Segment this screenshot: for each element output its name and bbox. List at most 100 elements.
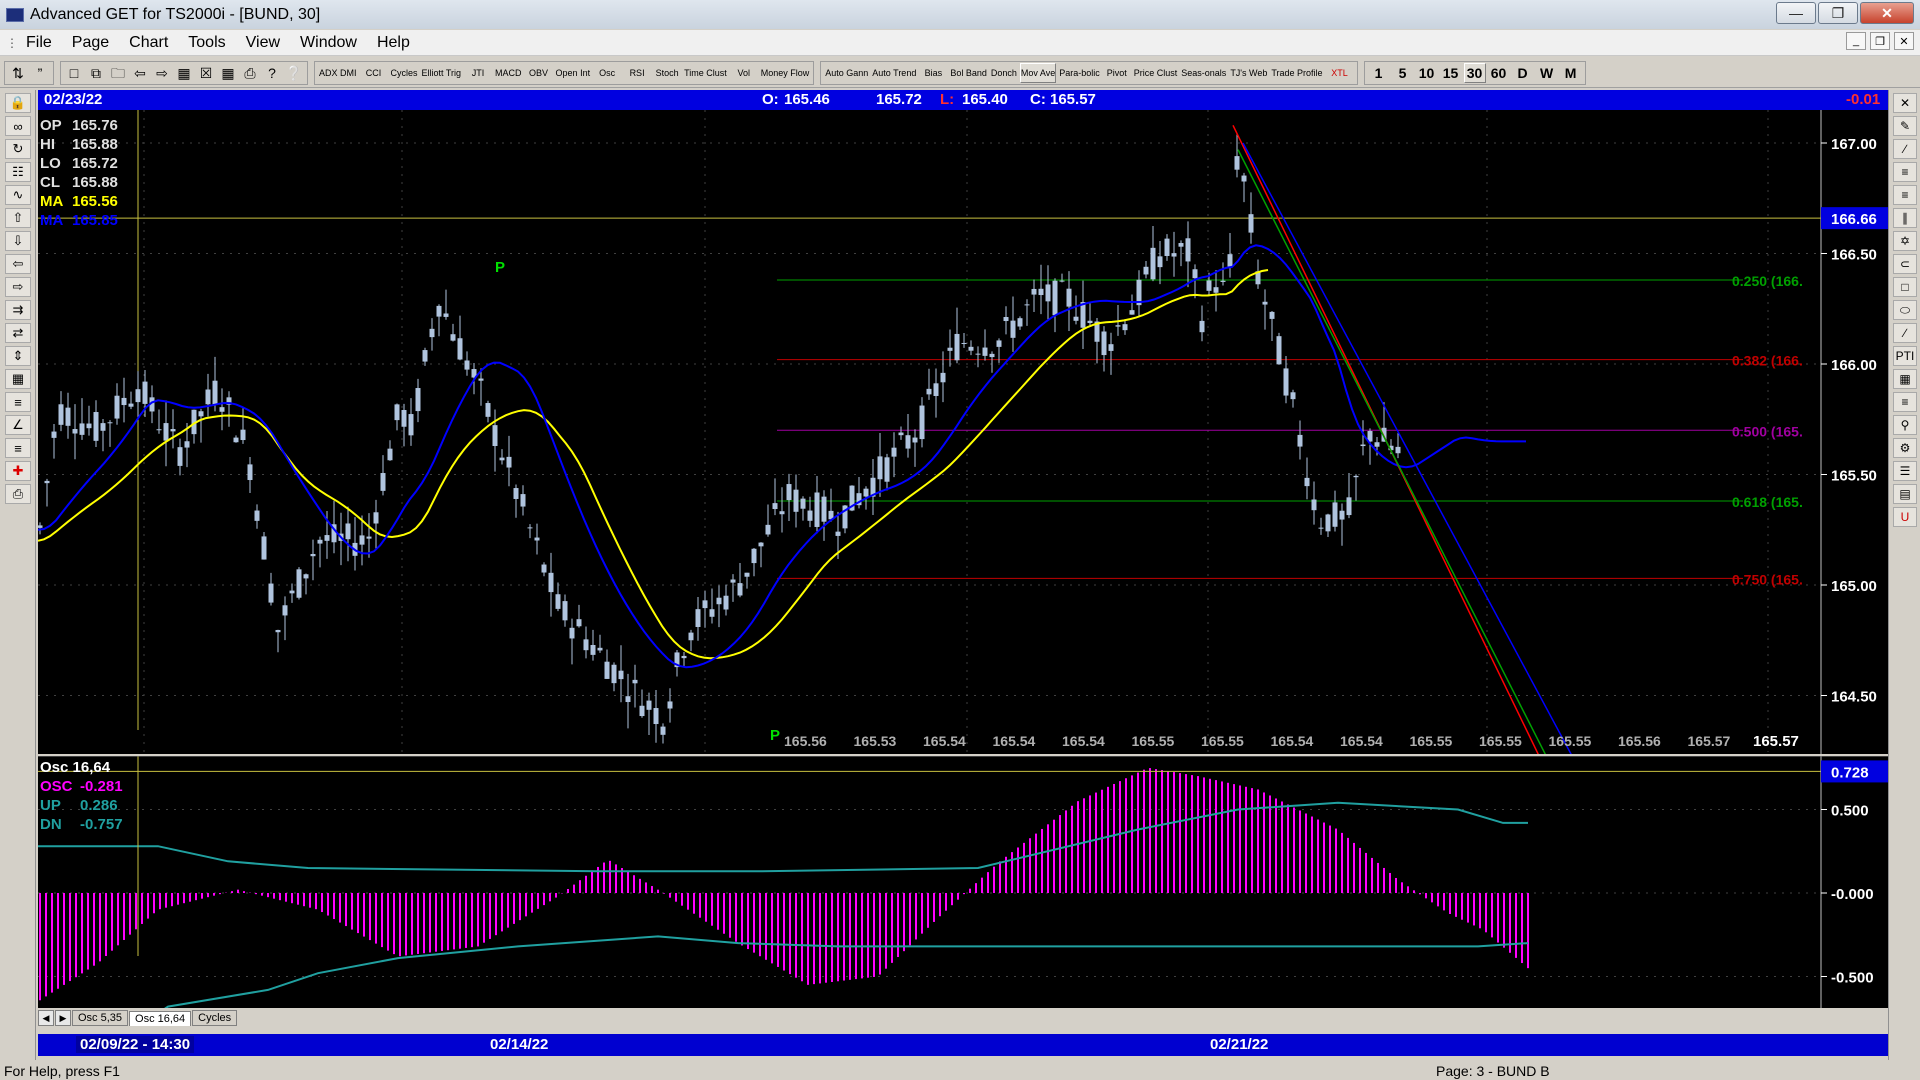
channel-icon[interactable]: ∕ (1893, 323, 1917, 343)
menu-help[interactable]: Help (367, 31, 420, 55)
print-icon[interactable]: ⎙ (240, 62, 260, 83)
interval-button-5[interactable]: 5 (1391, 62, 1414, 83)
mob-icon[interactable]: ≡ (1893, 392, 1917, 412)
lock-icon[interactable]: 🔒 (5, 93, 31, 113)
fib-icon[interactable]: ≡ (5, 438, 31, 458)
menu-view[interactable]: View (236, 31, 290, 55)
text-icon[interactable]: ▤ (1893, 484, 1917, 504)
tab-osc-5-35[interactable]: Osc 5,35 (72, 1010, 129, 1026)
magnify-icon[interactable]: ⚲ (1893, 415, 1917, 435)
study-button-seas-onals[interactable]: Seas-onals (1180, 62, 1228, 83)
study-button-cycles[interactable]: Cycles (389, 62, 419, 83)
vertical-expand-icon[interactable]: ⇕ (5, 346, 31, 366)
tile-icon[interactable]: ▦ (174, 62, 194, 83)
tab-osc-16-64[interactable]: Osc 16,64 (129, 1010, 192, 1026)
grid-icon[interactable]: ▦ (5, 369, 31, 389)
alarm-icon[interactable]: ⚙ (1893, 438, 1917, 458)
study-button-osc[interactable]: Osc (593, 62, 622, 83)
new-page-icon[interactable]: □ (64, 62, 84, 83)
pencil-icon[interactable]: ✎ (1893, 116, 1917, 136)
interval-button-m[interactable]: M (1559, 62, 1582, 83)
interval-button-w[interactable]: W (1535, 62, 1558, 83)
print-chart-icon[interactable]: ⎙ (5, 484, 31, 504)
zoom-icon[interactable]: ∞ (5, 116, 31, 136)
minimize-button[interactable]: — (1776, 2, 1816, 24)
study-button-obv[interactable]: OBV (524, 62, 553, 83)
study-button-pivot[interactable]: Pivot (1102, 62, 1131, 83)
mdi-restore-button[interactable]: ❐ (1870, 32, 1890, 50)
menu-page[interactable]: Page (62, 31, 119, 55)
open-folder-icon[interactable]: 🗀 (108, 62, 128, 83)
interval-button-d[interactable]: D (1511, 62, 1534, 83)
study-button-vol[interactable]: Vol (729, 62, 758, 83)
mdi-close-button[interactable]: ✕ (1894, 32, 1914, 50)
study-button-auto-gann[interactable]: Auto Gann (824, 62, 870, 83)
oscillator-svg[interactable]: 0.500 -0.000 -0.500 0.728 Osc 16,64 OSC -0.281… (38, 756, 1888, 1008)
box-icon[interactable]: □ (1893, 277, 1917, 297)
study-button-bias[interactable]: Bias (919, 62, 948, 83)
study-button-auto-trend[interactable]: Auto Trend (871, 62, 918, 83)
grid2-icon[interactable]: ▦ (1893, 369, 1917, 389)
fib-ext-icon[interactable]: ≡ (1893, 185, 1917, 205)
menu-chart[interactable]: Chart (119, 31, 178, 55)
study-button-trade-profile[interactable]: Trade Profile (1270, 62, 1324, 83)
help-icon[interactable]: ? (262, 62, 282, 83)
delete-chart-icon[interactable]: ☒ (196, 62, 216, 83)
study-button-stoch[interactable]: Stoch (653, 62, 682, 83)
study-button-jti[interactable]: JTI (464, 62, 493, 83)
expand-icon[interactable]: ⇄ (5, 323, 31, 343)
study-button-open-int[interactable]: Open Int (554, 62, 592, 83)
study-button-donch[interactable]: Donch (989, 62, 1018, 83)
interval-button-10[interactable]: 10 (1415, 62, 1438, 83)
forward-icon[interactable]: ⇨ (152, 62, 172, 83)
menu-tools[interactable]: Tools (178, 31, 235, 55)
gann-icon[interactable]: ∠ (5, 415, 31, 435)
study-button-cci[interactable]: CCI (359, 62, 388, 83)
study-button-macd[interactable]: MACD (494, 62, 523, 83)
tab-cycles[interactable]: Cycles (192, 1010, 238, 1026)
tab-prev-icon[interactable]: ◀ (38, 1010, 54, 1026)
study-button-adx-dmi[interactable]: ADX DMI (318, 62, 358, 83)
crosshair-icon[interactable]: ✚ (5, 461, 31, 481)
compress-icon[interactable]: ⇉ (5, 300, 31, 320)
interval-button-60[interactable]: 60 (1487, 62, 1510, 83)
menu-file[interactable]: File (16, 31, 62, 55)
study-button-mov-ave[interactable]: Mov Ave (1019, 62, 1057, 83)
pointer-icon[interactable]: ⇅ (8, 62, 28, 83)
fan-icon[interactable]: ⊂ (1893, 254, 1917, 274)
cross-icon[interactable]: ✕ (1893, 93, 1917, 113)
arrow-right-icon[interactable]: ⇨ (5, 277, 31, 297)
oscillator-panel[interactable]: 0.500 -0.000 -0.500 0.728 Osc 16,64 OSC -0.281… (38, 756, 1888, 1008)
trendline-icon[interactable]: ∕ (1893, 139, 1917, 159)
copy-icon[interactable]: ⧉ (86, 62, 106, 83)
pti-icon[interactable]: PTI (1893, 346, 1917, 366)
arrow-down-icon[interactable]: ⇩ (5, 231, 31, 251)
study-button-rsi[interactable]: RSI (623, 62, 652, 83)
study-button-price-clust[interactable]: Price Clust (1132, 62, 1179, 83)
arrow-up-icon[interactable]: ⇧ (5, 208, 31, 228)
grid-icon[interactable]: ▦ (218, 62, 238, 83)
ruler-icon[interactable]: ☰ (1893, 461, 1917, 481)
interval-button-1[interactable]: 1 (1367, 62, 1390, 83)
arrow-left-icon[interactable]: ⇦ (5, 254, 31, 274)
study-button-time-clust[interactable]: Time Clust (683, 62, 728, 83)
spiral-icon[interactable]: ✡ (1893, 231, 1917, 251)
study-button-bol-band[interactable]: Bol Band (949, 62, 988, 83)
interval-button-15[interactable]: 15 (1439, 62, 1462, 83)
study-button-money-flow[interactable]: Money Flow (759, 62, 811, 83)
study-button-elliott-trig[interactable]: Elliott Trig (420, 62, 463, 83)
back-icon[interactable]: ⇦ (130, 62, 150, 83)
lines-icon[interactable]: ≡ (5, 392, 31, 412)
study-button-tj-s-web[interactable]: TJ's Web (1229, 62, 1269, 83)
tab-next-icon[interactable]: ▶ (55, 1010, 71, 1026)
close-button[interactable]: ✕ (1860, 2, 1914, 24)
study-button-para-bolic[interactable]: Para-bolic (1058, 62, 1101, 83)
mdi-minimize-button[interactable]: _ (1846, 32, 1866, 50)
maximize-button[interactable]: ❐ (1818, 2, 1858, 24)
study-button-xtl[interactable]: XTL (1325, 62, 1354, 83)
magnet-icon[interactable]: U (1893, 507, 1917, 527)
elliott-icon[interactable]: ∿ (5, 185, 31, 205)
context-help-icon[interactable]: ❔ (284, 62, 304, 83)
price-chart-svg[interactable]: 167.00 166.50 166.00 165.50 165.00 164.50 0.25… (38, 110, 1888, 754)
reset-icon[interactable]: ↻ (5, 139, 31, 159)
